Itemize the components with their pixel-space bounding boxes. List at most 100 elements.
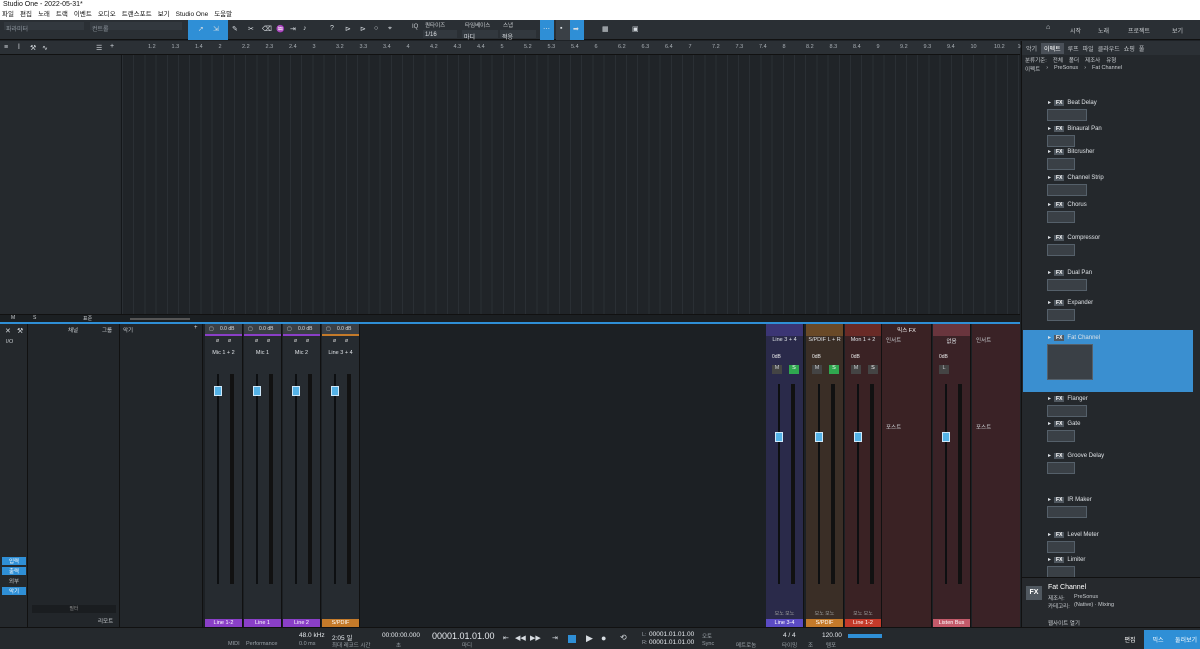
home-icon[interactable]: ⌂ [1046, 24, 1050, 31]
fx-list-item[interactable]: ▸ FX Dual Pan [1048, 269, 1092, 276]
browser-tab[interactable]: 파일 [1083, 44, 1094, 53]
fader-handle[interactable] [853, 432, 862, 442]
expand-arrow-icon[interactable]: ▸ [1048, 125, 1051, 132]
snap-toggle-button[interactable]: ⋯ [540, 20, 554, 40]
fader-handle[interactable] [775, 432, 783, 442]
add-instrument-icon[interactable]: + [194, 325, 198, 331]
sort-type[interactable]: 유형 [1106, 56, 1116, 64]
erase-tool-icon[interactable]: ⌫ [262, 25, 272, 33]
strip-output-label[interactable]: Line 3-4 [766, 619, 803, 627]
expand-arrow-icon[interactable]: ▸ [1048, 299, 1051, 306]
automation-icon[interactable]: ∿ [42, 44, 48, 52]
browser-tab[interactable]: 이펙트 [1041, 42, 1064, 54]
browser-tab[interactable]: 쇼핑 [1124, 44, 1135, 53]
expand-arrow-icon[interactable]: ▸ [1048, 395, 1051, 402]
menu-item-5[interactable]: 오디오 [98, 9, 116, 20]
strip-name[interactable]: Mic 2 [283, 350, 320, 356]
sort-vendor[interactable]: 제조사 [1085, 56, 1100, 64]
io-button[interactable]: I/O [6, 339, 13, 345]
timeline-ruler[interactable]: 1.2 1.3 1.4 2 2.2 2.3 2.4 3 3.2 3.3 3.4 4 4.2 4.3 4.4 5… [122, 41, 1070, 55]
fader-track[interactable] [217, 374, 219, 584]
sync-label[interactable]: Sync [702, 641, 714, 647]
breadcrumb-vendor[interactable]: PreSonus [1054, 65, 1078, 74]
fx-list-item[interactable]: ▸ FX Fat Channel [1048, 334, 1100, 341]
strip-output-label[interactable]: Line 1 [244, 619, 281, 627]
phase-icon[interactable]: ø [216, 338, 219, 344]
song-button[interactable]: 노래 [1098, 26, 1109, 35]
wrench-icon[interactable]: ⚒ [30, 44, 36, 52]
range-tool-icon[interactable]: ⇲ [213, 25, 219, 33]
expand-arrow-icon[interactable]: ▸ [1048, 201, 1051, 208]
phase-icon[interactable]: ø [255, 338, 258, 344]
end-icon[interactable]: ⇥ [552, 634, 558, 642]
mute-button[interactable]: M [772, 365, 782, 374]
autoscroll-button[interactable]: ▪ [556, 20, 570, 40]
strip-output-label[interactable]: S/PDIF [806, 619, 843, 627]
sort-all[interactable]: 전체 [1053, 56, 1063, 64]
listen-icon[interactable]: ⊳ [360, 25, 366, 33]
list-icon[interactable]: ≡ [4, 44, 8, 51]
strip-name[interactable]: 없음 [933, 337, 970, 345]
browse-page-button[interactable]: 둘러보기 [1172, 630, 1200, 649]
strip-name[interactable]: Line 3 + 4 [322, 350, 359, 356]
strip-output-label[interactable]: Line 2 [283, 619, 320, 627]
browser-tab[interactable]: 클라우드 [1098, 44, 1120, 53]
paint-tool-icon[interactable]: ♒ [276, 25, 285, 33]
stop-button[interactable] [568, 635, 576, 643]
inspector-icon[interactable]: ǀ [18, 44, 20, 51]
output-button[interactable]: 출력 [2, 567, 26, 575]
menu-item-3[interactable]: 트랙 [56, 9, 68, 20]
fx-list-item[interactable]: ▸ FX Gate [1048, 420, 1080, 427]
loop-icon[interactable]: ⟲ [620, 633, 627, 642]
parameter-field[interactable]: 파라미터 [4, 22, 84, 33]
remote-button[interactable]: 리모트 [98, 617, 113, 625]
fx-list-item[interactable]: ▸ FX Binaural Pan [1048, 125, 1102, 132]
auto-label[interactable]: 오토 [702, 632, 712, 640]
menu-item-7[interactable]: 보기 [158, 9, 170, 20]
fx-list-item[interactable]: ▸ FX Bitcrusher [1048, 148, 1094, 155]
breadcrumb-item[interactable]: Fat Channel [1092, 65, 1122, 74]
zoom-icon[interactable]: ○ [374, 25, 378, 32]
fader-track[interactable] [945, 384, 947, 584]
expand-arrow-icon[interactable]: ▸ [1048, 420, 1051, 427]
height-preset[interactable]: 표준 [83, 315, 92, 322]
fader-handle[interactable] [331, 386, 339, 396]
forward-icon[interactable]: ▶▶ [530, 634, 541, 642]
menu-item-4[interactable]: 이벤트 [74, 9, 92, 20]
mute-tool-icon[interactable]: ⇥ [290, 25, 296, 33]
fader-track[interactable] [818, 384, 820, 584]
open-website-link[interactable]: 웹사이트 열기 [1048, 619, 1080, 627]
tempo[interactable]: 120.00 [822, 632, 842, 639]
fader-track[interactable] [856, 384, 859, 584]
save-icon[interactable]: ▣ [632, 25, 639, 33]
menu-item-9[interactable]: 도움말 [214, 9, 232, 20]
view-button[interactable]: 보기 [1172, 26, 1183, 35]
right-locator[interactable]: 00001.01.01.00 [649, 639, 694, 646]
time-signature[interactable]: 4 / 4 [783, 632, 796, 639]
fader-track[interactable] [778, 384, 780, 584]
fx-list-item[interactable]: ▸ FX Flanger [1048, 395, 1088, 402]
browser-tab[interactable]: 루프 [1068, 44, 1079, 53]
fader-handle[interactable] [253, 386, 261, 396]
bend-icon[interactable]: ⊳ [345, 25, 351, 33]
expand-arrow-icon[interactable]: ▸ [1048, 234, 1051, 241]
expand-arrow-icon[interactable]: ▸ [1048, 452, 1051, 459]
mute-button[interactable]: M [851, 365, 861, 374]
snap-mode-select[interactable]: 적응 [500, 30, 536, 41]
tool-group-arrow[interactable]: ➚ ⇲ [188, 20, 228, 40]
wrench-icon[interactable]: ⚒ [17, 327, 23, 335]
strip-output-label[interactable]: Listen Bus [933, 619, 970, 627]
fader-track[interactable] [256, 374, 258, 584]
fader-handle[interactable] [815, 432, 823, 442]
solo-button[interactable]: S [868, 365, 878, 374]
rewind-icon[interactable]: ◀◀ [515, 634, 526, 642]
horizontal-scrollbar[interactable] [130, 318, 190, 320]
fader-track[interactable] [334, 374, 336, 584]
phase-icon[interactable]: ø [333, 338, 336, 344]
phase-icon[interactable]: ø [267, 338, 270, 344]
strip-input-icon[interactable]: ▢ [326, 326, 331, 332]
control-field[interactable]: 컨트롤 [90, 22, 182, 33]
phase-icon[interactable]: ø [294, 338, 297, 344]
strip-input-icon[interactable]: ▢ [248, 326, 253, 332]
phase-icon[interactable]: ø [345, 338, 348, 344]
